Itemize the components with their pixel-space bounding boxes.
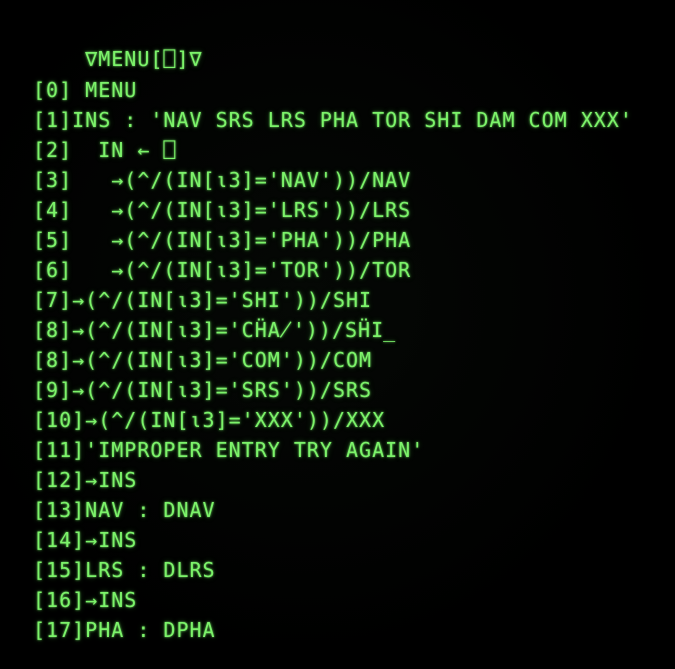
code-line-6: [6] →(^/(IN[⍳3]='TOR'))/TOR: [33, 258, 412, 282]
code-line-5: [5] →(^/(IN[⍳3]='PHA'))/PHA: [33, 228, 412, 252]
terminal-screen[interactable]: ∇MENU[⎕]∇ [0] MENU [1]INS : 'NAV SRS LRS…: [0, 0, 675, 669]
code-line-3: [3] →(^/(IN[⍳3]='NAV'))/NAV: [33, 168, 412, 192]
code-line-13: [13]NAV : DNAV: [33, 498, 216, 522]
code-line-8-garbled: [8]→(^/(IN[⍳3]='CḦA̸'))/SḦI̲: [33, 318, 397, 342]
function-header: ∇MENU[⎕]∇: [33, 47, 203, 71]
code-line-17: [17]PHA : DPHA: [33, 618, 216, 642]
code-line-10: [10]→(^/(IN[⍳3]='XXX'))/XXX: [33, 408, 386, 432]
code-line-1: [1]INS : 'NAV SRS LRS PHA TOR SHI DAM CO…: [33, 108, 633, 132]
code-line-15: [15]LRS : DLRS: [33, 558, 216, 582]
code-line-11: [11]'IMPROPER ENTRY TRY AGAIN': [33, 438, 425, 462]
code-line-9: [9]→(^/(IN[⍳3]='SRS'))/SRS: [33, 378, 373, 402]
code-line-0: [0] MENU: [33, 78, 138, 102]
code-line-16: [16]→INS: [33, 588, 138, 612]
code-line-4: [4] →(^/(IN[⍳3]='LRS'))/LRS: [33, 198, 412, 222]
code-line-12: [12]→INS: [33, 468, 138, 492]
code-line-14: [14]→INS: [33, 528, 138, 552]
code-line-8: [8]→(^/(IN[⍳3]='COM'))/COM: [33, 348, 373, 372]
code-line-7: [7]→(^/(IN[⍳3]='SHI'))/SHI: [33, 288, 373, 312]
code-line-2: [2] IN ← ⎕: [33, 138, 177, 162]
